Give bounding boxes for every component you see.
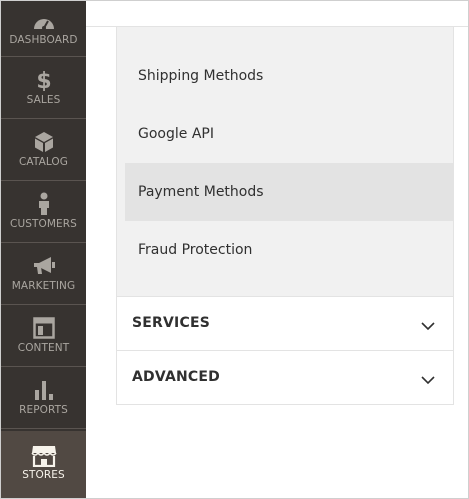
dollar-icon: $ — [1, 69, 86, 91]
admin-sidebar: DASHBOARD $ SALES CATALOG CUSTOMERS MARK… — [1, 1, 86, 498]
sidebar-item-label: CUSTOMERS — [10, 218, 77, 230]
app-window: DASHBOARD $ SALES CATALOG CUSTOMERS MARK… — [0, 0, 469, 499]
sidebar-item-label: SALES — [26, 94, 61, 106]
sidebar-item-catalog[interactable]: CATALOG — [1, 119, 86, 181]
sidebar-item-label: REPORTS — [19, 404, 68, 416]
person-icon — [1, 192, 86, 215]
svg-text:$: $ — [36, 69, 51, 91]
storefront-icon — [1, 445, 86, 467]
box-icon — [1, 131, 86, 153]
section-advanced[interactable]: ADVANCED — [117, 350, 453, 405]
bar-chart-icon — [1, 379, 86, 401]
sales-submenu: Shipping Methods Google API Payment Meth… — [117, 27, 453, 296]
sidebar-item-label: CONTENT — [17, 342, 70, 354]
dashboard-icon — [1, 11, 86, 33]
sidebar-item-content[interactable]: CONTENT — [1, 305, 86, 367]
config-navigation: Shipping Methods Google API Payment Meth… — [116, 27, 454, 405]
sidebar-item-marketing[interactable]: MARKETING — [1, 243, 86, 305]
sidebar-item-label: DASHBOARD — [9, 34, 78, 46]
sidebar-item-reports[interactable]: REPORTS — [1, 367, 86, 429]
config-item-payment-methods[interactable]: Payment Methods — [125, 163, 453, 221]
section-services[interactable]: SERVICES — [117, 296, 453, 350]
sidebar-item-dashboard[interactable]: DASHBOARD — [1, 1, 86, 57]
section-title: SERVICES — [132, 315, 210, 331]
config-item-shipping-methods[interactable]: Shipping Methods — [125, 47, 453, 105]
sidebar-item-label: MARKETING — [11, 280, 76, 292]
config-item-google-api[interactable]: Google API — [125, 105, 453, 163]
megaphone-icon — [1, 255, 86, 277]
sidebar-item-sales[interactable]: $ SALES — [1, 57, 86, 119]
sidebar-item-stores[interactable]: STORES — [1, 431, 86, 498]
chevron-down-icon — [421, 370, 435, 389]
sidebar-item-customers[interactable]: CUSTOMERS — [1, 181, 86, 243]
layout-icon — [1, 317, 86, 339]
section-title: ADVANCED — [132, 369, 220, 385]
sidebar-item-label: STORES — [22, 469, 65, 481]
config-item-fraud-protection[interactable]: Fraud Protection — [125, 221, 453, 279]
sidebar-item-label: CATALOG — [18, 156, 69, 168]
page-header — [86, 1, 468, 27]
chevron-down-icon — [421, 316, 435, 335]
